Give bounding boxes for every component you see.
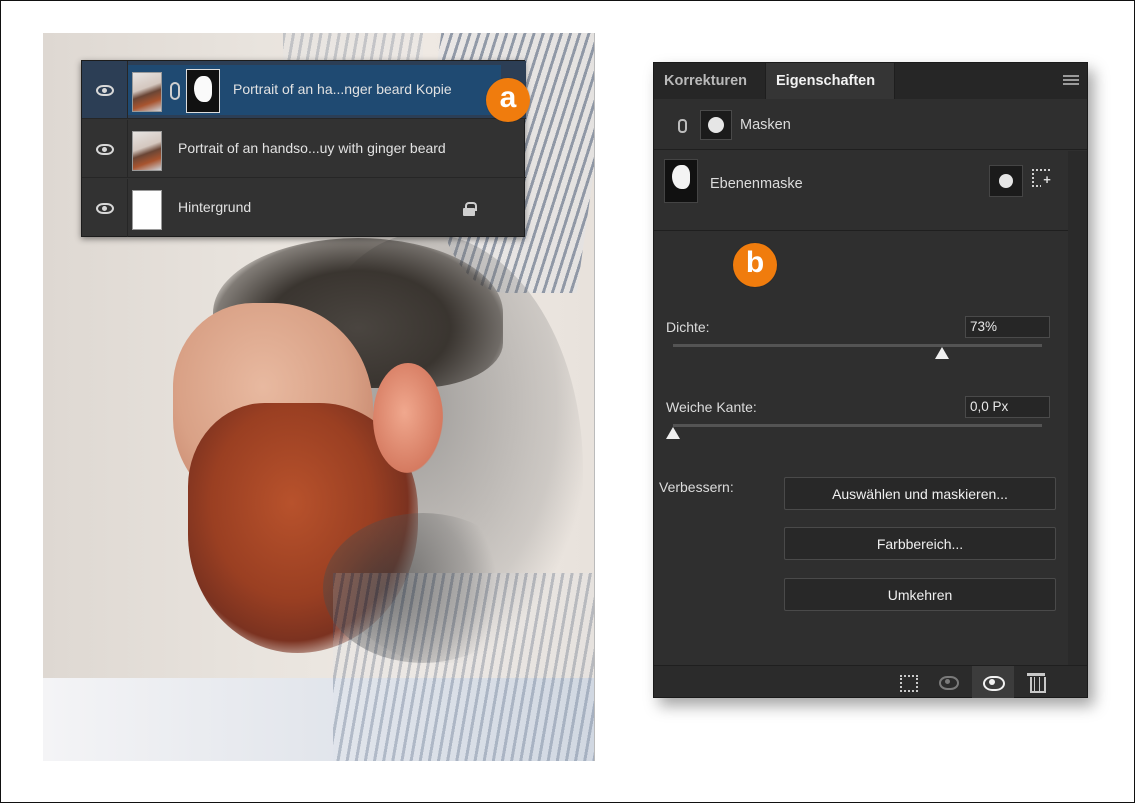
properties-panel: Korrekturen Eigenschaften Masken Ebenenm…	[653, 62, 1088, 698]
callout-badge-a: a	[486, 78, 530, 122]
add-vector-mask-icon[interactable]	[1032, 169, 1053, 187]
eye-icon	[982, 672, 1005, 692]
callout-badge-b: b	[733, 243, 777, 287]
layer-name: Portrait of an handso...uy with ginger b…	[178, 140, 446, 156]
layer-row-portrait[interactable]: Portrait of an handso...uy with ginger b…	[82, 120, 526, 178]
layer-mask-label: Ebenenmaske	[710, 176, 803, 192]
layer-row-background[interactable]: Hintergrund	[82, 179, 526, 237]
eye-icon	[95, 84, 114, 96]
shirt-stripes-bottom	[333, 573, 594, 761]
layers-panel: Portrait of an ha...nger beard Kopie Por…	[81, 60, 526, 237]
pixel-mask-button-icon[interactable]	[989, 165, 1023, 197]
feather-slider-track[interactable]	[673, 424, 1042, 427]
eye-icon	[95, 143, 114, 155]
layer-visibility-toggle[interactable]	[82, 179, 128, 237]
lock-icon[interactable]	[463, 202, 477, 216]
density-label: Dichte:	[666, 319, 710, 335]
layer-thumbnail[interactable]	[132, 72, 162, 112]
layer-mask-row: Ebenenmaske	[654, 151, 1068, 231]
mask-icon[interactable]	[700, 110, 732, 140]
panel-footer	[654, 665, 1087, 698]
layer-mask-thumbnail	[664, 159, 698, 203]
delete-mask-icon[interactable]	[1026, 672, 1048, 693]
density-input[interactable]: 73%	[965, 316, 1050, 338]
selection-from-mask-icon[interactable]	[897, 672, 919, 692]
layer-content: Portrait of an handso...uy with ginger b…	[128, 124, 501, 174]
panel-tab-bar: Korrekturen Eigenschaften	[654, 63, 1087, 99]
color-range-button[interactable]: Farbbereich...	[784, 527, 1056, 560]
refine-label: Verbessern:	[659, 479, 734, 495]
chain-link-icon	[678, 119, 687, 133]
masks-header: Masken	[654, 100, 1087, 150]
layer-name: Hintergrund	[178, 199, 252, 215]
chain-link-icon[interactable]	[170, 82, 180, 100]
feather-input[interactable]: 0,0 Px	[965, 396, 1050, 418]
shirt-stripes-top	[283, 33, 423, 61]
eye-icon	[95, 202, 114, 214]
tab-korrekturen[interactable]: Korrekturen	[654, 63, 757, 99]
ear	[373, 363, 443, 473]
layer-name: Portrait of an ha...nger beard Kopie	[233, 81, 452, 97]
scrollbar[interactable]	[1068, 151, 1087, 665]
layer-mask-thumbnail[interactable]	[186, 69, 220, 113]
layer-visibility-toggle[interactable]	[82, 120, 128, 178]
feather-slider-thumb[interactable]	[666, 427, 680, 439]
properties-content: Ebenenmaske Dichte: 73% Weiche Kante: 0,…	[654, 151, 1069, 665]
feather-label: Weiche Kante:	[666, 399, 757, 415]
select-and-mask-button[interactable]: Auswählen und maskieren...	[784, 477, 1056, 510]
density-slider-thumb[interactable]	[935, 347, 950, 359]
layer-thumbnail[interactable]	[132, 190, 162, 230]
tab-eigenschaften[interactable]: Eigenschaften	[765, 63, 895, 99]
invert-button[interactable]: Umkehren	[784, 578, 1056, 611]
toggle-mask-visibility-button[interactable]	[972, 666, 1014, 698]
layer-visibility-toggle[interactable]	[82, 61, 128, 119]
panel-menu-icon[interactable]	[1063, 75, 1079, 85]
density-slider-track[interactable]	[673, 344, 1042, 347]
layer-row-copy[interactable]: Portrait of an ha...nger beard Kopie	[82, 61, 526, 119]
layer-content: Hintergrund	[128, 183, 501, 233]
layer-selected-highlight: Portrait of an ha...nger beard Kopie	[128, 65, 501, 115]
masks-label: Masken	[740, 117, 791, 133]
apply-mask-icon[interactable]	[937, 672, 959, 692]
layer-thumbnail[interactable]	[132, 131, 162, 171]
